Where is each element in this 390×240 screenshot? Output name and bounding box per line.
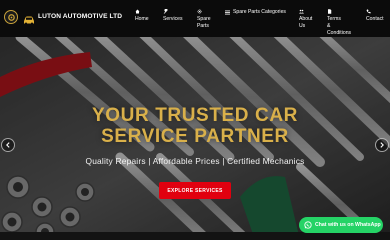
- gear-logo-icon[interactable]: [4, 10, 18, 24]
- nav-contact[interactable]: Contact: [366, 9, 384, 23]
- carousel-prev-button[interactable]: [1, 138, 15, 152]
- brand-name[interactable]: LUTON AUTOMOTIVE LTD: [38, 13, 122, 20]
- chevron-left-icon: [6, 142, 10, 148]
- nav-spare-parts[interactable]: Spare Parts: [197, 9, 211, 30]
- phone-icon: [366, 9, 384, 15]
- hero-tagline: Quality Repairs | Affordable Prices | Ce…: [85, 156, 305, 166]
- chevron-right-icon: [380, 142, 384, 148]
- nav-about-label-1: About: [299, 16, 313, 22]
- users-icon: [299, 9, 312, 15]
- hero-headline-line-1: YOUR TRUSTED CAR: [92, 105, 298, 126]
- carousel-next-button[interactable]: [375, 138, 389, 152]
- nav-services[interactable]: Services: [163, 8, 183, 23]
- nav-services-label: Services: [163, 16, 183, 22]
- nav-home[interactable]: Home: [135, 9, 149, 23]
- whatsapp-label: Chat with us on WhatsApp: [315, 222, 381, 228]
- nav-terms[interactable]: Terms & Conditions: [327, 9, 351, 37]
- nav-spare-parts-label-1: Spare: [197, 16, 211, 22]
- nav-about-us[interactable]: About Us: [299, 9, 312, 30]
- whatsapp-chat-button[interactable]: Chat with us on WhatsApp: [299, 217, 383, 233]
- document-icon: [327, 9, 351, 15]
- nav-spare-parts-categories-label: Spare Parts Categories: [233, 9, 286, 15]
- list-icon: [225, 10, 230, 15]
- nav-terms-label-2: &: [327, 23, 331, 29]
- nav-about-label-2: Us: [299, 23, 306, 29]
- explore-services-button[interactable]: EXPLORE SERVICES: [159, 182, 231, 199]
- nav-terms-label-3: Conditions: [327, 30, 352, 36]
- site-header: LUTON AUTOMOTIVE LTD Home Services Spare…: [0, 0, 390, 37]
- nav-home-label: Home: [135, 16, 149, 22]
- wrench-icon: [163, 8, 183, 15]
- nav-spare-parts-categories[interactable]: Spare Parts Categories: [225, 9, 286, 16]
- hero-banner: YOUR TRUSTED CAR SERVICE PARTNER Quality…: [0, 37, 390, 240]
- hero-headline-line-2: SERVICE PARTNER: [101, 126, 289, 147]
- nav-contact-label: Contact: [366, 16, 384, 22]
- nav-terms-label-1: Terms: [327, 16, 341, 22]
- car-icon: [23, 12, 35, 25]
- nav-spare-parts-label-2: Parts: [197, 23, 209, 29]
- home-icon: [135, 9, 149, 15]
- cog-icon: [197, 9, 211, 15]
- whatsapp-icon: [304, 221, 312, 229]
